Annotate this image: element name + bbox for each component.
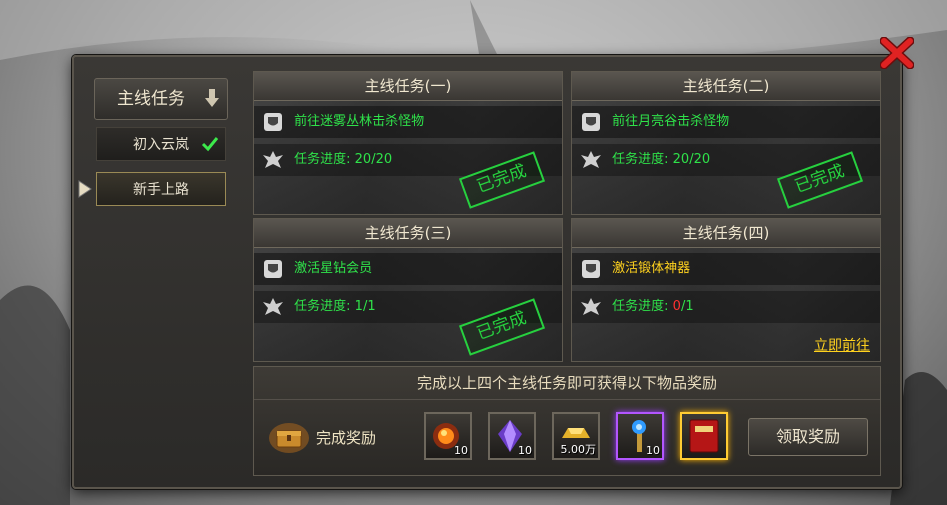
dragon-emblem-icon [263, 297, 283, 315]
quest-card-3: 主线任务(三) 激活星钻会员 任务进度: 1/1 已完成 [253, 218, 563, 362]
quest-card-1: 主线任务(一) 前往迷雾丛林击杀怪物 任务进度: 20/20 已完成 [253, 71, 563, 215]
quest-title: 主线任务(四) [572, 219, 880, 248]
quest-progress: 任务进度: 1/1 [262, 295, 376, 319]
sidebar-item-xinShouShangLu[interactable]: 新手上路 [96, 172, 226, 206]
reward-item-red-book[interactable] [680, 412, 728, 460]
red-book-icon [689, 419, 719, 453]
quest-goal: 前往迷雾丛林击杀怪物 [262, 110, 424, 134]
arrow-down-icon [205, 89, 219, 107]
sidebar-title[interactable]: 主线任务 [94, 78, 228, 120]
close-icon[interactable] [880, 37, 914, 69]
reward-item-purple-crystal[interactable]: 10 [488, 412, 536, 460]
reward-item-gold-ingot[interactable]: 5.00万 [552, 412, 600, 460]
dragon-emblem-icon [581, 150, 601, 168]
quest-progress: 任务进度: 0/1 [580, 295, 694, 319]
reward-item-fire-orb[interactable]: 10 [424, 412, 472, 460]
quest-progress: 任务进度: 20/20 [580, 148, 710, 172]
quest-goal: 激活锻体神器 [580, 257, 690, 281]
goto-now-link[interactable]: 立即前往 [814, 335, 870, 355]
sidebar-item-label: 初入云岚 [133, 137, 189, 153]
quest-progress: 任务进度: 20/20 [262, 148, 392, 172]
dragon-emblem-icon [581, 297, 601, 315]
quest-goal: 激活星钻会员 [262, 257, 372, 281]
reward-description: 完成以上四个主线任务即可获得以下物品奖励 [254, 367, 880, 400]
quest-card-4: 主线任务(四) 激活锻体神器 任务进度: 0/1 立即前往 [571, 218, 881, 362]
selection-arrow-icon [78, 180, 92, 198]
reward-area: 完成以上四个主线任务即可获得以下物品奖励 完成奖励 10 10 5.00万 10… [253, 366, 881, 476]
quest-goal: 前往月亮谷击杀怪物 [580, 110, 729, 134]
sidebar-item-chuRuYunLan[interactable]: 初入云岚 [96, 127, 226, 161]
sidebar-title-label: 主线任务 [117, 89, 185, 109]
claim-reward-button[interactable]: 领取奖励 [748, 418, 868, 456]
treasure-chest-icon [269, 423, 309, 453]
reward-label: 完成奖励 [268, 421, 398, 455]
reward-item-magic-scepter[interactable]: 10 [616, 412, 664, 460]
quest-title: 主线任务(三) [254, 219, 562, 248]
shield-icon [264, 259, 282, 278]
shield-icon [582, 112, 600, 131]
quest-card-2: 主线任务(二) 前往月亮谷击杀怪物 任务进度: 20/20 已完成 [571, 71, 881, 215]
shield-icon [264, 112, 282, 131]
shield-icon [582, 259, 600, 278]
sidebar-item-label: 新手上路 [133, 182, 189, 198]
checkmark-icon [201, 137, 219, 152]
dragon-emblem-icon [263, 150, 283, 168]
quest-title: 主线任务(一) [254, 72, 562, 101]
quest-title: 主线任务(二) [572, 72, 880, 101]
